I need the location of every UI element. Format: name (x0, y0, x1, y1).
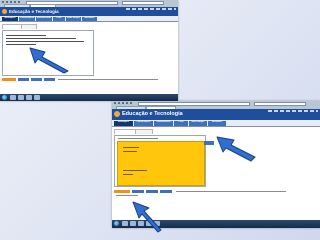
text-line (123, 170, 147, 171)
primary-action-button[interactable] (114, 190, 130, 193)
tab-comunicacoes[interactable]: Comunicações (19, 17, 35, 21)
text-line (123, 147, 139, 148)
subtab-active[interactable] (2, 24, 22, 29)
editor-subtabs (2, 24, 176, 29)
tab-comunicacoes[interactable]: Comunicações (134, 121, 153, 126)
text-line (6, 38, 76, 39)
tab-perfil[interactable]: Perfil (174, 121, 188, 126)
screenshot-1: Educação e Tecnologia Mensagens Comunica… (0, 0, 178, 101)
tab-perfil[interactable]: Perfil (53, 17, 65, 21)
arrow-pointer-icon (216, 136, 256, 162)
secondary-action-button[interactable] (146, 190, 158, 193)
site-header: Educação e Tecnologia (112, 109, 320, 120)
tab-atividades[interactable]: Atividades (208, 121, 226, 126)
secondary-action-button[interactable] (31, 78, 42, 81)
text-line (123, 151, 137, 152)
status-text (116, 195, 138, 196)
browser-search-box[interactable] (254, 102, 306, 106)
secondary-action-button[interactable] (18, 78, 29, 81)
editor-actions (114, 190, 314, 193)
secondary-action-button[interactable] (132, 190, 144, 193)
primary-action-button[interactable] (2, 78, 16, 81)
tab-mensagens[interactable]: Mensagens (114, 121, 133, 126)
subtab[interactable] (21, 24, 37, 29)
text-line (6, 41, 84, 42)
tab-recolhimentos[interactable]: Recolhimentos (36, 17, 52, 21)
header-links[interactable] (268, 110, 318, 112)
subtab-active[interactable] (114, 129, 136, 134)
taskbar (0, 94, 178, 101)
secondary-action-button[interactable] (160, 190, 172, 193)
subtab[interactable] (135, 129, 153, 134)
taskbar-app-icon[interactable] (26, 95, 32, 100)
windows-start-icon[interactable] (2, 95, 7, 100)
tab-mensagens[interactable]: Mensagens (2, 17, 18, 21)
tab-meus-amigos[interactable]: Meus amigos (189, 121, 207, 126)
taskbar-app-icon[interactable] (18, 95, 24, 100)
toolbar-line (118, 138, 158, 139)
app-tabs: Mensagens Comunicações Recolhimentos Per… (0, 16, 178, 22)
site-logo-icon (114, 111, 120, 117)
page-title: Educação e Tecnologia (122, 111, 183, 117)
text-line (123, 174, 133, 175)
taskbar-app-icon[interactable] (10, 95, 16, 100)
site-header: Educação e Tecnologia (0, 7, 178, 16)
tab-atividades[interactable]: Atividades (82, 17, 97, 21)
arrow-pointer-icon (132, 201, 162, 233)
windows-start-icon[interactable] (114, 221, 119, 226)
taskbar-app-icon[interactable] (34, 95, 40, 100)
editor-subtabs (114, 129, 318, 134)
app-tabs: Mensagens Comunicações Recolhimentos Per… (112, 120, 320, 127)
tab-meus-amigos[interactable]: Meus amigos (66, 17, 81, 21)
browser-menu[interactable] (2, 1, 22, 3)
browser-menu[interactable] (114, 102, 134, 104)
editor-actions (2, 78, 172, 81)
tab-recolhimentos[interactable]: Recolhimentos (154, 121, 173, 126)
header-links[interactable] (126, 8, 176, 10)
taskbar-app-icon[interactable] (122, 221, 128, 226)
site-logo-icon (2, 9, 7, 14)
text-line (6, 35, 46, 36)
arrow-pointer-icon (29, 47, 69, 74)
highlighted-content[interactable] (117, 141, 205, 186)
status-text (176, 191, 286, 192)
page-title: Educação e Tecnologia (9, 9, 59, 14)
status-text (58, 79, 158, 80)
secondary-action-button[interactable] (44, 78, 55, 81)
